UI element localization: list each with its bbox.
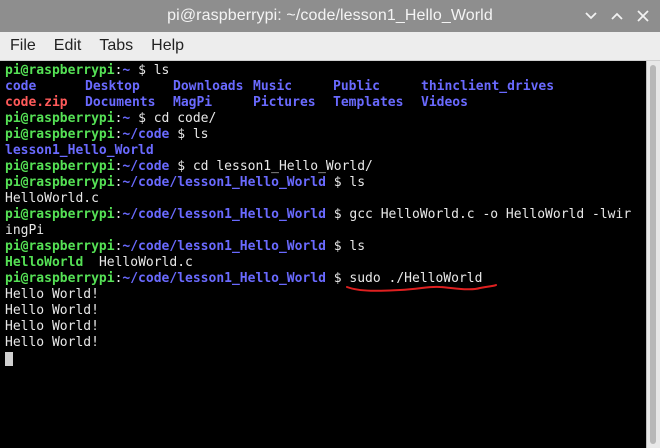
ls-output-row: code Desktop Downloads Music Public thinclien… bbox=[5, 79, 646, 95]
title-bar[interactable]: pi@raspberrypi: ~/code/lesson1_Hello_Wor… bbox=[0, 0, 660, 32]
menu-file[interactable]: File bbox=[0, 32, 44, 60]
chevron-down-icon bbox=[585, 12, 597, 20]
prompt-user: pi@raspberrypi bbox=[5, 63, 115, 78]
menu-tabs[interactable]: Tabs bbox=[89, 32, 141, 60]
ls-output-row: code.zip Documents MagPi Pictures Templates V… bbox=[5, 95, 646, 111]
program-output-line: Hello World! bbox=[5, 303, 99, 318]
dir-entry: Pictures bbox=[253, 95, 316, 110]
prompt-user: pi@raspberrypi bbox=[5, 239, 115, 254]
prompt-line: pi@raspberrypi:~/code/lesson1_Hello_Worl… bbox=[5, 175, 366, 190]
prompt-line: pi@raspberrypi:~/code/lesson1_Hello_Worl… bbox=[5, 239, 366, 254]
prompt-user: pi@raspberrypi bbox=[5, 175, 115, 190]
dir-entry: Documents bbox=[85, 95, 156, 110]
prompt-user: pi@raspberrypi bbox=[5, 111, 115, 126]
dir-entry: MagPi bbox=[173, 95, 213, 110]
prompt-user: pi@raspberrypi bbox=[5, 271, 115, 286]
file-entry: HelloWorld.c bbox=[5, 191, 99, 206]
dir-entry: Desktop bbox=[85, 79, 140, 94]
maximize-button[interactable] bbox=[604, 0, 630, 32]
chevron-up-icon bbox=[611, 12, 623, 20]
prompt-line: pi@raspberrypi:~ $ cd code/ bbox=[5, 111, 217, 126]
archive-entry: code.zip bbox=[5, 95, 68, 110]
prompt-line: pi@raspberrypi:~/code $ cd lesson1_Hello… bbox=[5, 159, 373, 174]
dir-entry: code bbox=[5, 79, 37, 94]
menu-bar: File Edit Tabs Help bbox=[0, 32, 660, 61]
dir-entry: Templates bbox=[333, 95, 404, 110]
prompt-line: pi@raspberrypi:~/code/lesson1_Hello_Worl… bbox=[5, 207, 632, 222]
ls-output-row: HelloWorld.c bbox=[5, 191, 646, 207]
command-text: cd code/ bbox=[153, 111, 217, 126]
window-title: pi@raspberrypi: ~/code/lesson1_Hello_Wor… bbox=[167, 7, 493, 24]
scrollbar-thumb[interactable] bbox=[650, 65, 656, 444]
command-text: ls bbox=[192, 127, 209, 142]
dir-entry: Downloads bbox=[173, 79, 244, 94]
program-output-line: Hello World! bbox=[5, 319, 99, 334]
highlighted-command: sudo ./HelloWorld bbox=[349, 271, 483, 286]
prompt-path: ~/code bbox=[122, 127, 170, 142]
prompt-path: ~/code/lesson1_Hello_World bbox=[122, 207, 326, 222]
command-text: ls bbox=[153, 63, 170, 78]
command-text: gcc HelloWorld.c -o HelloWorld -lwir bbox=[349, 207, 632, 222]
dir-entry: lesson1_Hello_World bbox=[5, 143, 154, 158]
prompt-user: pi@raspberrypi bbox=[5, 207, 115, 222]
dir-entry: Music bbox=[253, 79, 293, 94]
vertical-scrollbar[interactable] bbox=[646, 61, 660, 448]
prompt-line: pi@raspberrypi:~/code/lesson1_Hello_Worl… bbox=[5, 271, 483, 286]
command-text: ls bbox=[349, 175, 366, 190]
prompt-path: ~/code/lesson1_Hello_World bbox=[122, 175, 326, 190]
prompt-line: pi@raspberrypi:~/code $ ls bbox=[5, 127, 209, 142]
prompt-user: pi@raspberrypi bbox=[5, 127, 115, 142]
dir-entry: Videos bbox=[421, 95, 468, 110]
command-text: ingPi bbox=[5, 223, 45, 238]
menu-help[interactable]: Help bbox=[141, 32, 192, 60]
dir-entry: thinclient_drives bbox=[421, 79, 555, 94]
prompt-path: ~/code bbox=[122, 159, 170, 174]
close-button[interactable] bbox=[630, 0, 656, 32]
command-text: cd lesson1_Hello_World/ bbox=[192, 159, 373, 174]
prompt-line: pi@raspberrypi:~ $ ls bbox=[5, 63, 170, 78]
text-cursor bbox=[5, 351, 13, 366]
command-text: ls bbox=[349, 239, 366, 254]
prompt-path: ~/code/lesson1_Hello_World bbox=[122, 271, 326, 286]
file-entry: HelloWorld.c bbox=[98, 255, 193, 270]
dir-entry: Public bbox=[333, 79, 380, 94]
terminal-window: pi@raspberrypi: ~/code/lesson1_Hello_Wor… bbox=[0, 0, 660, 448]
input-line[interactable] bbox=[5, 351, 646, 367]
ls-output-row: lesson1_Hello_World bbox=[5, 143, 646, 159]
program-output-line: Hello World! bbox=[5, 335, 99, 350]
program-output-line: Hello World! bbox=[5, 287, 99, 302]
window-controls bbox=[578, 0, 656, 32]
prompt-user: pi@raspberrypi bbox=[5, 159, 115, 174]
close-icon bbox=[637, 10, 649, 22]
prompt-path: ~/code/lesson1_Hello_World bbox=[122, 239, 326, 254]
executable-entry: HelloWorld bbox=[5, 255, 84, 270]
minimize-button[interactable] bbox=[578, 0, 604, 32]
wrapped-command-line: ingPi bbox=[5, 223, 646, 239]
menu-edit[interactable]: Edit bbox=[44, 32, 90, 60]
terminal-output[interactable]: pi@raspberrypi:~ $ ls code Desktop Downloa… bbox=[0, 61, 646, 448]
ls-output-row: HelloWorld HelloWorld.c bbox=[5, 255, 646, 271]
